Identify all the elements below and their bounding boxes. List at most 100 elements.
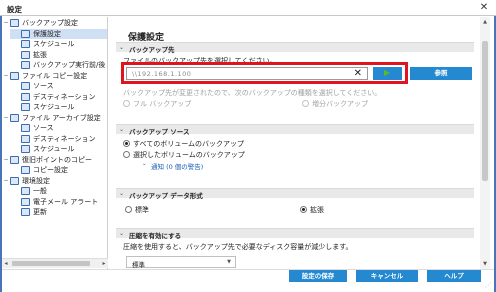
tree-item-label: 更新 [33,208,47,216]
collapse-toggle-icon[interactable]: − [2,176,10,186]
collapse-toggle-icon[interactable]: − [2,113,10,123]
tree-item[interactable]: バックアップ実行前/後 [10,60,107,70]
settings-page-icon [21,134,30,143]
go-button[interactable]: ▶ [373,67,402,80]
panel-vertical-scrollbar[interactable]: ▲ ▼ [480,17,490,269]
section-header-destination[interactable]: ⌄ バックアップ先 [116,42,474,54]
collapse-chevron-icon: ⌄ [119,44,125,51]
section-header-data-format[interactable]: ⌄ バックアップ データ形式 [116,188,474,200]
section-title: バックアップ先 [129,46,175,54]
collapse-toggle-icon[interactable]: − [2,155,10,165]
settings-page-icon [21,61,30,69]
settings-group-icon [10,176,19,185]
tree-item-label: ソース [33,82,54,90]
scrollbar-thumb[interactable] [482,41,488,181]
tree-item-label: デスティネーション [33,134,96,143]
scroll-down-icon[interactable]: ▼ [480,261,490,267]
tree-item[interactable]: 保護設定 [10,28,107,39]
radio-format-advanced-label: 拡張 [310,206,324,214]
tree-item-label: デスティネーション [33,92,96,101]
radio-full-backup[interactable] [123,100,130,107]
settings-page-icon [21,92,30,101]
settings-group-icon [10,113,19,122]
radio-selected-volumes-label: 選択したボリュームのバックアップ [133,151,245,159]
tree-item[interactable]: − ファイル コピー設定 [2,71,107,81]
close-icon[interactable]: ✕ [476,2,492,14]
settings-tree: − バックアップ設定 保護設定 スケジュール 拡張 バックアップ実行前/後 − ファイル コピ… [2,17,108,269]
tree-item[interactable]: − 復旧ポイントのコピー [2,155,107,165]
radio-incremental-backup-label: 増分バックアップ [312,100,368,108]
tree-item-label: ソース [33,124,54,132]
cancel-button[interactable]: キャンセル [356,270,418,282]
tree-horizontal-scrollbar[interactable]: ◂ ▸ [2,258,108,268]
tree-item[interactable]: 一般 [10,186,107,196]
tree-item[interactable]: コピー設定 [10,165,107,175]
settings-page-icon [21,29,30,38]
tree-item-label: コピー設定 [33,166,68,174]
window-title: 設定 [7,5,22,14]
tree-item[interactable]: ソース [10,123,107,133]
highlight-annotation [121,62,408,84]
section-header-compression[interactable]: ⌄ 圧縮を有効にする [116,228,474,240]
radio-format-advanced[interactable] [300,206,307,213]
tree-item-label: 環境設定 [22,176,50,185]
radio-format-standard[interactable] [125,206,132,213]
tree-item[interactable]: − バックアップ設定 [2,18,107,28]
tree-item[interactable]: ソース [10,81,107,91]
settings-page-icon [21,50,30,59]
help-button[interactable]: ヘルプ [427,270,481,282]
section-title: バックアップ ソース [129,128,190,136]
radio-all-volumes[interactable] [123,140,130,147]
compression-description: 圧縮を使用すると、バックアップ先で必要なディスク容量が減少します。 [123,243,353,251]
browse-button[interactable]: 参照 [410,67,472,80]
tree-item-label: ファイル アーカイブ設定 [22,113,101,122]
tree-item[interactable]: スケジュール [10,144,107,154]
collapse-chevron-icon: ⌄ [119,230,125,237]
tree-item[interactable]: スケジュール [10,39,107,49]
radio-incremental-backup[interactable] [302,100,309,107]
radio-selected-volumes[interactable] [123,151,130,158]
compression-selected-value: 標準 [132,261,145,269]
dropdown-icon: ▼ [227,259,231,265]
collapse-toggle-icon[interactable]: − [2,18,10,28]
collapse-toggle-icon[interactable]: − [2,71,10,81]
dialog-footer [2,269,494,290]
tree-item[interactable]: − 環境設定 [2,176,107,186]
tree-item-label: 電子メール アラート [33,197,99,206]
settings-page-icon [21,40,30,48]
expand-chevron-icon[interactable]: ⌄ [142,161,147,167]
destination-change-note: バックアップ先が変更されたので、次のバックアップの種類を選択してください。 [123,89,382,97]
tree-item-label: 復旧ポイントのコピー [22,155,92,164]
tree-item[interactable]: 更新 [10,207,107,217]
tree-item-label: 拡張 [33,50,47,59]
settings-group-icon [10,155,19,164]
scrollbar-thumb[interactable] [12,261,90,266]
tree-item[interactable]: 拡張 [10,50,107,60]
settings-page-icon [21,166,30,174]
section-title: 圧縮を有効にする [129,232,182,240]
settings-page-icon [21,145,30,153]
compression-select[interactable]: 標準 ▼ [126,256,236,269]
tree-item-label: ファイル コピー設定 [22,71,88,80]
settings-page-icon [21,187,30,195]
tree-item-label: スケジュール [33,145,75,153]
scroll-left-icon[interactable]: ◂ [2,260,10,267]
scroll-right-icon[interactable]: ▸ [100,260,108,267]
scroll-up-icon[interactable]: ▲ [480,19,490,25]
tree-item-label: 一般 [33,187,47,195]
section-header-source[interactable]: ⌄ バックアップ ソース [116,124,474,136]
section-title: バックアップ データ形式 [129,192,203,200]
notice-link[interactable]: 通知 (0 個の警告) [151,161,203,171]
tree-item[interactable]: − ファイル アーカイブ設定 [2,113,107,123]
save-settings-button[interactable]: 設定の保存 [289,270,347,282]
radio-all-volumes-label: すべてのボリュームのバックアップ [133,140,245,148]
tree-item[interactable]: 電子メール アラート [10,197,107,207]
settings-page-icon [21,103,30,111]
tree-item[interactable]: デスティネーション [10,92,107,102]
radio-format-standard-label: 標準 [135,206,149,214]
tree-item-label: スケジュール [33,40,75,48]
resize-grip-icon[interactable]: ⋰ [485,282,492,289]
tree-item-label: 保護設定 [33,29,61,38]
tree-item[interactable]: スケジュール [10,102,107,112]
tree-item[interactable]: デスティネーション [10,134,107,144]
